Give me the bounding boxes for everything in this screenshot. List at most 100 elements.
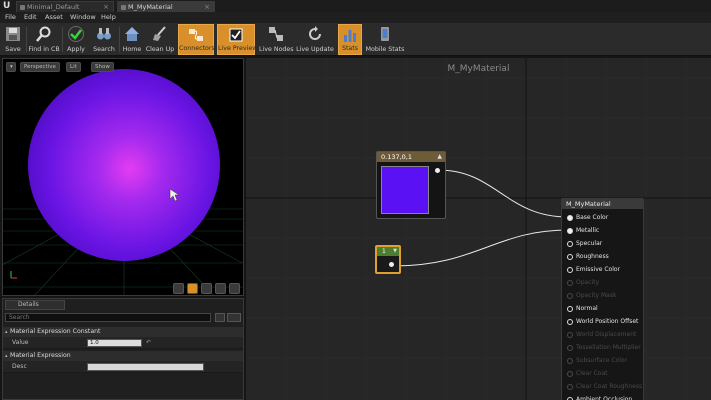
collapse-arrow-icon[interactable]: ▲ <box>437 154 442 160</box>
stats-icon <box>344 30 356 42</box>
input-pin-world-position-offset[interactable]: World Position Offset <box>567 317 638 327</box>
lit-button[interactable]: Lit <box>66 62 81 72</box>
collapse-arrow-icon[interactable]: ▼ <box>393 249 397 254</box>
home-button[interactable]: Home <box>121 24 143 55</box>
preview-viewport[interactable]: ▾ Perspective Lit Show <box>2 58 244 296</box>
live-update-button[interactable]: Live Update <box>296 24 334 55</box>
input-pin-normal[interactable]: Normal <box>567 304 598 314</box>
input-pin-opacity: Opacity <box>567 278 599 288</box>
close-icon[interactable]: × <box>103 2 109 12</box>
eye-icon[interactable] <box>227 313 241 322</box>
toolbar-separator <box>119 27 120 52</box>
tab-m-mymaterial[interactable]: M_MyMaterial × <box>117 1 215 12</box>
save-icon <box>6 27 20 41</box>
toolbar-separator <box>62 27 63 52</box>
input-pin-clear-coat-roughness: Clear Coat Roughness <box>567 382 642 392</box>
constant-node[interactable]: 1 ▼ <box>375 245 401 274</box>
stats-toggle[interactable]: Stats <box>338 24 362 55</box>
tab-label: M_MyMaterial <box>128 3 173 11</box>
wire-metallic <box>393 229 569 267</box>
axis-gizmo-icon <box>10 271 17 279</box>
menu-file[interactable]: File <box>5 12 16 23</box>
section-title: Material Expression Constant <box>10 328 101 335</box>
input-pin-subsurface-color: Subsurface Color <box>567 356 627 366</box>
preview-mesh-button[interactable] <box>229 283 240 294</box>
reset-arrow-icon[interactable]: ↶ <box>146 339 151 346</box>
menu-edit[interactable]: Edit <box>24 12 37 23</box>
preview-sphere-button[interactable] <box>187 283 198 294</box>
close-icon[interactable]: × <box>204 2 210 12</box>
live-preview-toggle[interactable]: Live Preview <box>217 24 257 55</box>
preview-cylinder-button[interactable] <box>173 283 184 294</box>
property-matrix-icon[interactable] <box>215 313 225 322</box>
binoculars-icon <box>97 28 111 40</box>
mobile-stats-button[interactable]: Mobile Stats <box>365 24 405 55</box>
viewport-scene <box>3 69 243 295</box>
graph-title: M_MyMaterial <box>447 64 510 74</box>
material-icon <box>121 5 126 10</box>
node-title: M_MyMaterial <box>562 199 643 209</box>
section-material-expression[interactable]: Material Expression <box>3 351 243 361</box>
input-pin-metallic[interactable]: Metallic <box>567 226 599 236</box>
home-icon <box>125 27 139 41</box>
connectors-icon <box>189 29 203 41</box>
checkbox-icon <box>229 28 243 42</box>
refresh-icon <box>309 26 321 40</box>
title-bar: U Minimal_Default × M_MyMaterial × <box>0 0 711 12</box>
constant3vector-node[interactable]: 0.137,0,1 ▲ <box>376 151 446 219</box>
wire-base-color <box>437 169 569 218</box>
property-row-value: Value 1.0 ↶ <box>3 337 243 349</box>
mobile-stats-icon <box>381 27 389 41</box>
input-pin-tessellation-multiplier: Tessellation Multiplier <box>567 343 641 353</box>
input-pin-emissive-color[interactable]: Emissive Color <box>567 265 620 275</box>
material-graph[interactable]: M_MyMaterial 0.137,0,1 ▲ 1 ▼ M_MyMateria… <box>246 58 711 400</box>
output-pin[interactable] <box>389 262 394 267</box>
find-in-cb-button[interactable]: Find in CB <box>28 24 60 55</box>
input-pin-opacity-mask: Opacity Mask <box>567 291 616 301</box>
input-pin-specular[interactable]: Specular <box>567 239 602 249</box>
clean-up-button[interactable]: Clean Up <box>145 24 175 55</box>
preview-cube-button[interactable] <box>215 283 226 294</box>
connectors-toggle[interactable]: Connectors <box>178 24 215 55</box>
checkmark-icon <box>68 26 84 42</box>
nodes-icon <box>269 27 283 41</box>
tab-minimal-default[interactable]: Minimal_Default × <box>16 1 114 12</box>
menu-help[interactable]: Help <box>101 12 116 23</box>
magnifier-icon <box>36 26 51 42</box>
tab-label: Minimal_Default <box>27 3 80 11</box>
color-swatch <box>381 166 429 214</box>
search-button[interactable]: Search <box>91 24 117 55</box>
map-icon <box>20 5 25 10</box>
save-button[interactable]: Save <box>3 24 23 55</box>
apply-button[interactable]: Apply <box>64 24 88 55</box>
section-title: Material Expression <box>10 352 71 359</box>
show-button[interactable]: Show <box>91 62 114 72</box>
material-output-node[interactable]: M_MyMaterial Base Color Metallic Specular R… <box>561 198 644 400</box>
toolbar-separator <box>26 27 27 52</box>
input-pin-base-color[interactable]: Base Color <box>567 213 608 223</box>
details-panel: Details Search Material Expression Const… <box>2 298 244 400</box>
node-title: 0.137,0,1 <box>377 152 445 162</box>
output-pin[interactable] <box>435 168 440 173</box>
section-material-expression-constant[interactable]: Material Expression Constant <box>3 327 243 337</box>
preview-plane-button[interactable] <box>201 283 212 294</box>
details-search-input[interactable]: Search <box>5 313 211 322</box>
desc-input[interactable] <box>87 363 204 371</box>
unreal-logo-icon: U <box>3 1 11 11</box>
viewport-options-button[interactable]: ▾ <box>6 62 16 72</box>
details-tab-label: Details <box>18 301 39 308</box>
broom-icon <box>153 26 166 41</box>
details-tab[interactable]: Details <box>5 300 65 310</box>
input-pin-world-displacement: World Displacement <box>567 330 636 340</box>
input-pin-clear-coat: Clear Coat <box>567 369 608 379</box>
menu-window[interactable]: Window <box>70 12 96 23</box>
live-nodes-button[interactable]: Live Nodes <box>259 24 294 55</box>
input-pin-ambient-occlusion[interactable]: Ambient Occlusion <box>567 395 632 400</box>
desc-label: Desc <box>12 363 27 370</box>
toolbar: Save Find in CB Apply Search Home Clean … <box>0 23 711 56</box>
menu-asset[interactable]: Asset <box>45 12 63 23</box>
property-row-desc: Desc <box>3 361 243 373</box>
input-pin-roughness[interactable]: Roughness <box>567 252 609 262</box>
value-input[interactable]: 1.0 <box>87 339 142 347</box>
perspective-button[interactable]: Perspective <box>20 62 60 72</box>
